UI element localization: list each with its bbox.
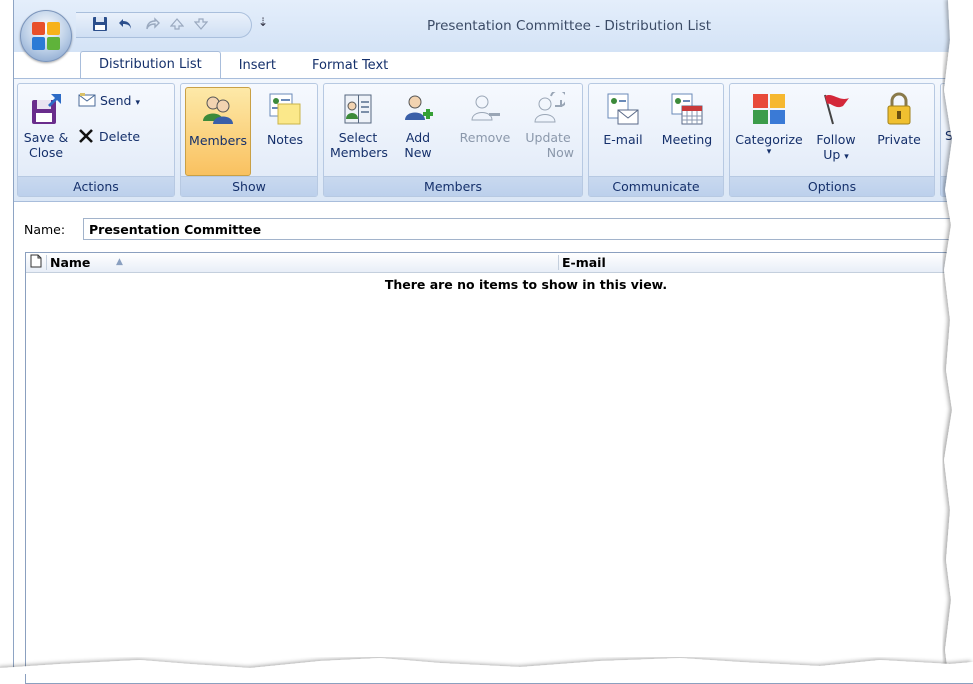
office-button[interactable] xyxy=(20,10,72,62)
torn-edge-decoration xyxy=(0,0,973,674)
office-logo-icon xyxy=(32,22,60,50)
